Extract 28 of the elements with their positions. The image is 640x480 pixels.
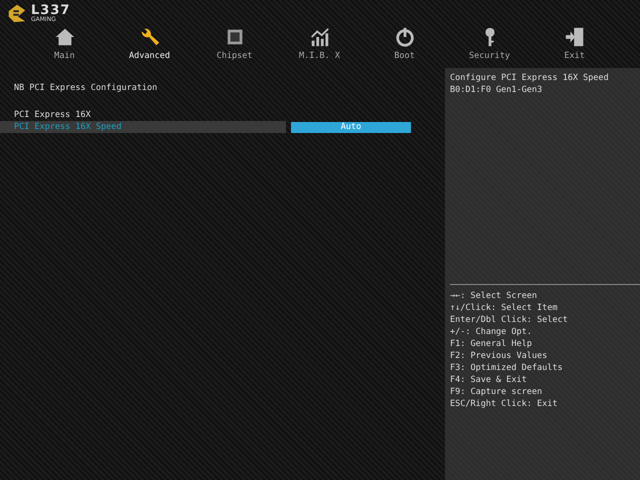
section-title: NB PCI Express Configuration [13,83,158,95]
menu-tab[interactable]: Chipset [192,26,277,61]
section-label: PCI Express 16X [13,109,92,121]
help-text: Configure PCI Express 16X Speed [450,72,610,84]
setting-row[interactable]: PCI Express 16X Speed [0,121,286,133]
door-icon [564,26,586,48]
chart-icon [308,26,330,48]
logo-icon [6,2,28,24]
key-hint: ↑↓/Click: Select Item [450,302,558,314]
menu-tab[interactable]: Main [22,26,107,61]
key-hint: F9: Capture screen [450,386,544,398]
key-hint: F3: Optimized Defaults [450,362,564,374]
menu-tab[interactable]: M.I.B. X [277,26,362,61]
key-hint: F1: General Help [450,338,533,350]
key-hint: ESC/Right Click: Exit [450,398,558,410]
key-hint: +/-: Change Opt. [450,326,533,338]
house-icon [54,26,76,48]
key-hint: Enter/Dbl Click: Select [450,314,569,326]
menu-tab[interactable]: Exit [532,26,617,61]
help-text: B0:D1:F0 Gen1-Gen3 [450,84,544,96]
menu-tab[interactable]: Boot [362,26,447,61]
power-icon [394,26,416,48]
key-hint: →←: Select Screen [450,290,538,302]
key-hint: F2: Previous Values [450,350,548,362]
key-hint: F4: Save & Exit [450,374,528,386]
menu-tab[interactable]: Advanced [107,26,192,61]
logo-name: L337 [31,4,70,16]
menu-tab[interactable]: Security [447,26,532,61]
